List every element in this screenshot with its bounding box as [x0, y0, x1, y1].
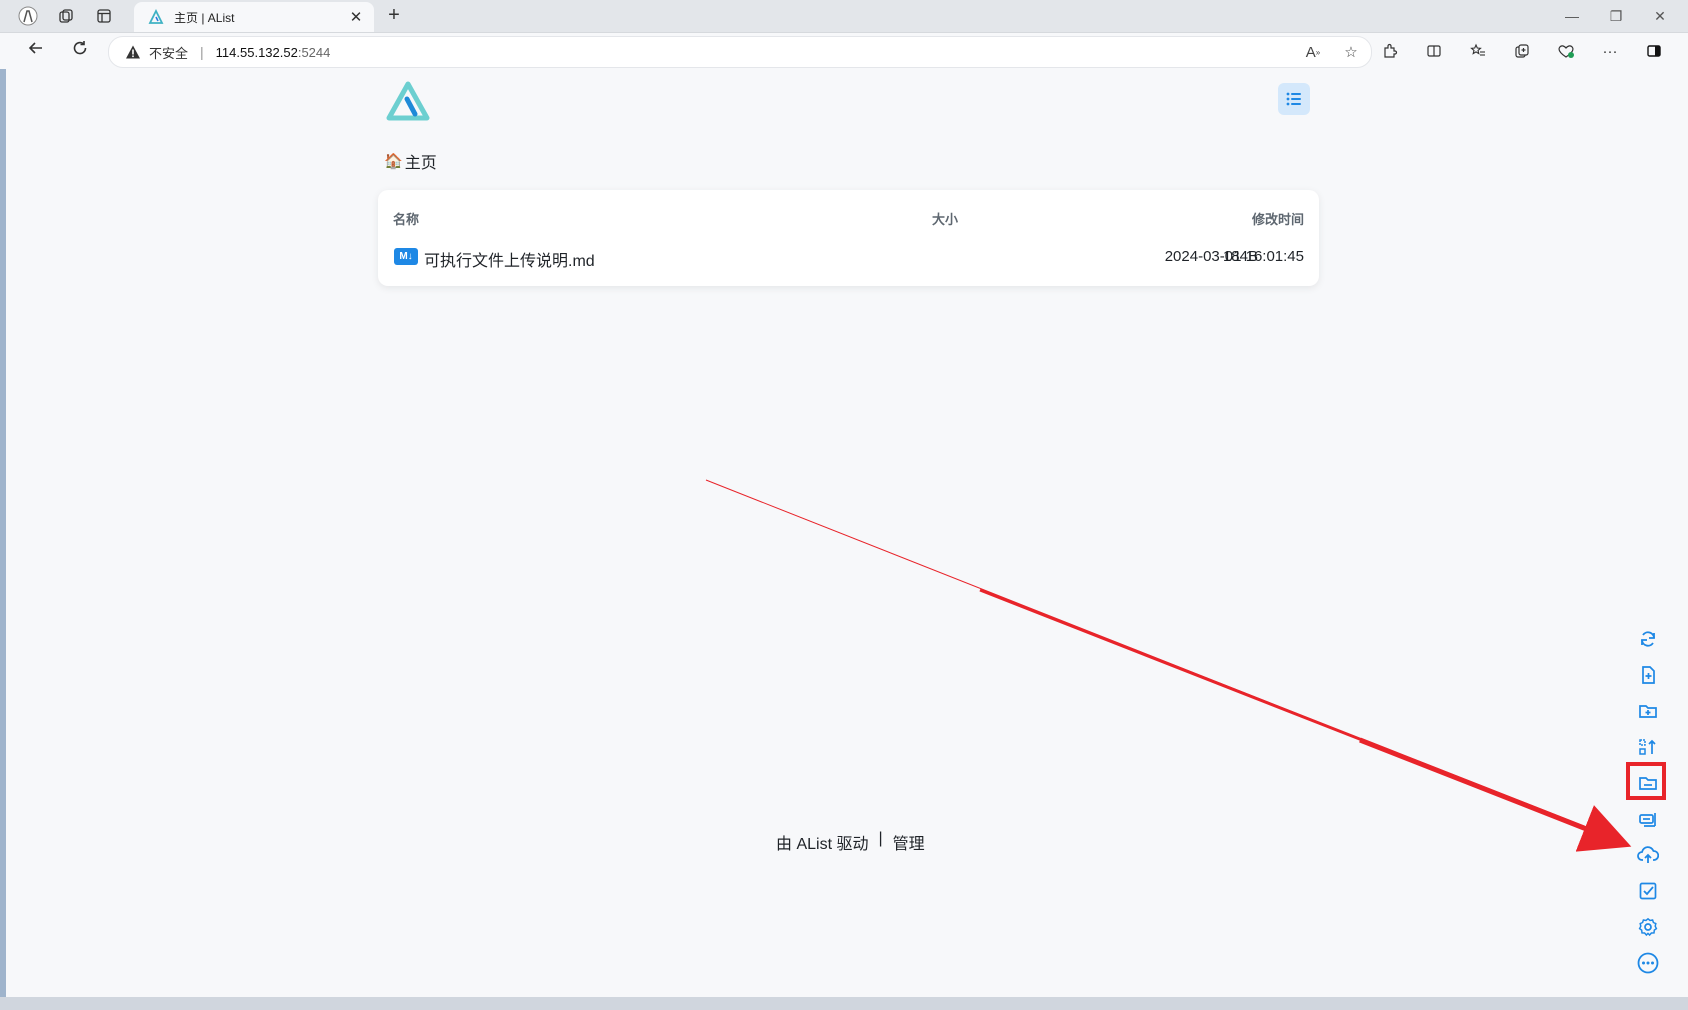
- collections-icon[interactable]: [1510, 39, 1534, 63]
- address-bar[interactable]: 不安全 | 114.55.132.52 :5244 A» ☆: [108, 36, 1372, 68]
- scrollbar[interactable]: [1678, 69, 1688, 997]
- refresh-icon[interactable]: [1636, 627, 1660, 651]
- file-modified: 2024-03-01 16:01:45: [1164, 248, 1304, 265]
- column-header-size[interactable]: 大小: [932, 209, 958, 228]
- security-label[interactable]: 不安全: [149, 43, 188, 62]
- vertical-tabs-icon[interactable]: [92, 4, 116, 28]
- profile-avatar-icon[interactable]: [16, 4, 40, 28]
- tab-title: 主页 | AList: [174, 10, 235, 25]
- favorite-star-icon[interactable]: ☆: [1339, 40, 1363, 64]
- more-icon[interactable]: [1636, 951, 1660, 975]
- workspaces-icon[interactable]: [54, 4, 78, 28]
- sort-upload-icon[interactable]: [1636, 735, 1660, 759]
- reload-icon[interactable]: [68, 39, 92, 63]
- file-row[interactable]: M↓ 可执行文件上传说明.md 184B 2024-03-01 16:01:45: [378, 242, 1319, 274]
- alist-logo[interactable]: [386, 81, 430, 121]
- sidebar-toggle-icon[interactable]: [1642, 39, 1666, 63]
- breadcrumb-home[interactable]: 主页: [405, 149, 437, 173]
- close-window-button[interactable]: ✕: [1640, 4, 1680, 28]
- powered-by-link[interactable]: 由 AList 驱动: [776, 830, 868, 854]
- manage-link[interactable]: 管理: [893, 830, 925, 854]
- file-name[interactable]: 可执行文件上传说明.md: [424, 247, 595, 271]
- warning-icon: [126, 45, 140, 59]
- split-screen-icon[interactable]: [1422, 39, 1446, 63]
- more-options-icon[interactable]: ···: [1598, 39, 1622, 63]
- upload-icon[interactable]: [1636, 843, 1660, 867]
- address-divider: |: [200, 44, 204, 60]
- url-port[interactable]: :5244: [298, 45, 331, 60]
- read-aloud-icon[interactable]: A»: [1301, 40, 1325, 64]
- column-header-modified[interactable]: 修改时间: [1252, 209, 1304, 228]
- new-folder-icon[interactable]: [1636, 699, 1660, 723]
- page-viewport: 🏠 主页 名称 大小 修改时间 M↓ 可执行文件上传说明.md 184B 202…: [10, 69, 1688, 997]
- layout-list-button[interactable]: [1278, 83, 1310, 115]
- back-arrow-icon[interactable]: [24, 39, 48, 63]
- alist-favicon-icon: [148, 9, 164, 24]
- extensions-icon[interactable]: [1378, 39, 1402, 63]
- file-list: 名称 大小 修改时间 M↓ 可执行文件上传说明.md 184B 2024-03-…: [378, 190, 1319, 286]
- url-host[interactable]: 114.55.132.52: [216, 45, 298, 60]
- favorites-icon[interactable]: [1466, 39, 1490, 63]
- minimize-button[interactable]: —: [1552, 4, 1592, 28]
- footer: 由 AList 驱动 | 管理: [776, 830, 925, 854]
- new-tab-button[interactable]: +: [382, 4, 406, 28]
- taskbar-strip: [0, 997, 1688, 1010]
- column-header-name[interactable]: 名称: [393, 209, 419, 228]
- restore-button[interactable]: ❐: [1596, 4, 1636, 28]
- settings-icon[interactable]: [1636, 915, 1660, 939]
- upload-highlight-box: [1626, 762, 1666, 800]
- list-icon: [1286, 92, 1301, 106]
- browser-toolbar: 不安全 | 114.55.132.52 :5244 A» ☆ ···: [0, 33, 1688, 69]
- toolbar-actions: ···: [1378, 39, 1666, 63]
- tab-close-icon[interactable]: ✕: [346, 8, 366, 26]
- browser-essentials-icon[interactable]: [1554, 39, 1578, 63]
- window-left-edge: [0, 69, 10, 997]
- tab-strip: 主页 | AList ✕ + — ❐ ✕: [0, 0, 1688, 33]
- new-file-icon[interactable]: [1636, 663, 1660, 687]
- breadcrumb: 🏠 主页: [384, 149, 437, 173]
- browser-window: 主页 | AList ✕ + — ❐ ✕ 不安全 | 114.55.132.52…: [0, 0, 1688, 1010]
- tab-alist[interactable]: 主页 | AList ✕: [134, 2, 374, 32]
- markdown-file-icon: M↓: [394, 248, 418, 265]
- check-icon[interactable]: [1636, 879, 1660, 903]
- home-icon: 🏠: [384, 153, 403, 170]
- footer-divider: |: [878, 830, 883, 847]
- offline-download-icon[interactable]: [1636, 807, 1660, 831]
